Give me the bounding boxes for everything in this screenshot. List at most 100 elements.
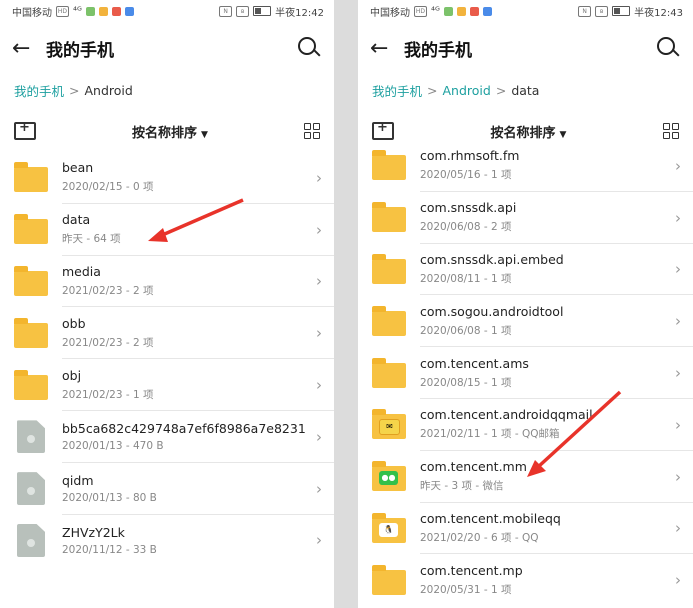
item-name: ZHVzY2Lk: [62, 524, 125, 540]
app-notification-icon: [456, 6, 466, 16]
breadcrumb-root[interactable]: 我的手机: [14, 81, 64, 100]
clock: 半夜12:43: [634, 7, 683, 19]
list-item[interactable]: com.sogou.androidtool 2020/06/08 - 1 项 ›: [358, 295, 693, 348]
breadcrumb-separator: >: [495, 82, 507, 98]
folder-icon: [372, 253, 406, 284]
page-title: 我的手机: [404, 40, 472, 61]
nfc-icon: N: [219, 5, 233, 17]
item-meta: obj 2021/02/23 - 1 项: [62, 359, 334, 411]
chevron-right-icon: ›: [675, 156, 681, 175]
item-icon-wrap: [0, 369, 62, 400]
folder-icon: [372, 357, 406, 388]
item-details: 2020/02/15 - 0 项: [62, 181, 154, 194]
file-icon: [17, 472, 45, 506]
list-item[interactable]: ✉ com.tencent.androidqqmail 2021/02/11 - 1…: [358, 399, 693, 451]
item-meta: com.tencent.mp 2020/05/31 - 1 项: [420, 554, 693, 606]
item-icon-wrap: [0, 472, 62, 506]
back-arrow-icon[interactable]: ←: [370, 36, 404, 61]
chevron-right-icon: ›: [675, 364, 681, 383]
item-meta: com.sogou.androidtool 2020/06/08 - 1 项: [420, 295, 693, 348]
new-folder-icon[interactable]: [372, 120, 394, 140]
item-details: 2021/02/23 - 2 项: [62, 284, 154, 297]
item-icon-wrap: ●●: [358, 461, 420, 492]
item-name: com.rhmsoft.fm: [420, 148, 520, 164]
item-icon-wrap: [358, 357, 420, 388]
chevron-right-icon: ›: [675, 415, 681, 434]
sort-dropdown[interactable]: 按名称排序 ▼: [491, 122, 567, 141]
list-item[interactable]: ZHVzY2Lk 2020/11/12 - 33 B ›: [0, 515, 334, 567]
search-icon[interactable]: [653, 34, 681, 62]
item-name: media: [62, 263, 101, 279]
item-meta: data 昨天 - 64 项: [62, 204, 334, 256]
item-meta: com.tencent.androidqqmail 2021/02/11 - 1 …: [420, 399, 693, 451]
signal-icon: ⁴ᴳ: [431, 5, 440, 17]
breadcrumb-root[interactable]: 我的手机: [372, 81, 422, 100]
folder-icon: [372, 150, 406, 181]
breadcrumb-android[interactable]: Android: [443, 83, 491, 98]
app-notification-icon: [482, 6, 492, 16]
list-item[interactable]: bean 2020/02/15 - 0 项 ›: [0, 152, 334, 204]
caret-down-icon: ▼: [201, 129, 208, 140]
item-name: bean: [62, 160, 94, 176]
bluetooth-icon: ʙ: [595, 5, 609, 17]
item-details: 2020/06/08 - 2 项: [420, 221, 512, 234]
breadcrumb-current: Android: [84, 82, 133, 98]
chevron-right-icon: ›: [316, 220, 322, 239]
list-item[interactable]: data 昨天 - 64 项 ›: [0, 204, 334, 256]
item-meta: media 2021/02/23 - 2 项: [62, 256, 334, 308]
list-item[interactable]: obb 2021/02/23 - 2 项 ›: [0, 307, 334, 360]
item-name: qidm: [62, 472, 94, 488]
list-item[interactable]: com.tencent.ams 2020/08/15 - 1 项 ›: [358, 347, 693, 399]
search-icon[interactable]: [294, 34, 322, 62]
list-item[interactable]: obj 2021/02/23 - 1 项 ›: [0, 359, 334, 411]
file-icon: [17, 420, 45, 454]
grid-view-icon[interactable]: [663, 123, 679, 139]
bluetooth-icon: ʙ: [236, 5, 250, 17]
item-details: 2020/06/08 - 1 项: [420, 324, 512, 337]
list-item[interactable]: ●● com.tencent.mm 昨天 - 3 项 - 微信 ›: [358, 451, 693, 503]
clock: 半夜12:42: [275, 7, 324, 19]
new-folder-icon[interactable]: [14, 120, 36, 140]
item-name: data: [62, 212, 91, 228]
wifi-icon: [85, 6, 95, 16]
list-item[interactable]: 🐧 com.tencent.mobileqq 2021/02/20 - 6 项 - …: [358, 503, 693, 555]
item-name: com.sogou.androidtool: [420, 303, 564, 319]
folder-icon: [14, 369, 48, 400]
item-icon-wrap: [358, 150, 420, 181]
page-title: 我的手机: [46, 40, 114, 61]
list-item[interactable]: bb5ca682c429748a7ef6f8986a7e8231 2020/01/…: [0, 411, 334, 463]
sort-dropdown[interactable]: 按名称排序 ▼: [132, 122, 208, 141]
folder-icon: [14, 265, 48, 296]
file-list: bean 2020/02/15 - 0 项 › data 昨天 - 64 项 › media…: [0, 152, 334, 566]
folder-icon: ●●: [372, 461, 406, 492]
status-bar: 中国移动 HD ⁴ᴳ N ʙ 半夜12:42: [0, 0, 334, 22]
chevron-right-icon: ›: [675, 260, 681, 279]
chevron-right-icon: ›: [316, 376, 322, 395]
item-name: com.tencent.mobileqq: [420, 510, 561, 526]
item-details: 昨天 - 3 项 - 微信: [420, 480, 504, 493]
chevron-right-icon: ›: [675, 571, 681, 590]
list-item[interactable]: com.snssdk.api 2020/06/08 - 2 项 ›: [358, 192, 693, 244]
back-arrow-icon[interactable]: ←: [12, 36, 46, 61]
item-details: 2020/08/11 - 1 项: [420, 272, 512, 285]
grid-view-icon[interactable]: [304, 123, 320, 139]
item-icon-wrap: [358, 305, 420, 336]
item-name: com.snssdk.api.embed: [420, 251, 564, 267]
list-item[interactable]: qidm 2020/01/13 - 80 B ›: [0, 463, 334, 515]
item-details: 2020/01/13 - 470 B: [62, 439, 164, 452]
chevron-right-icon: ›: [316, 168, 322, 187]
nfc-icon: N: [578, 5, 592, 17]
list-item[interactable]: com.rhmsoft.fm 2020/05/16 - 1 项 ›: [358, 140, 693, 192]
chevron-right-icon: ›: [675, 519, 681, 538]
item-icon-wrap: 🐧: [358, 512, 420, 543]
item-name: com.tencent.mp: [420, 563, 523, 579]
screen-divider: [334, 0, 358, 608]
app-notification-icon: [111, 6, 121, 16]
breadcrumb-separator: >: [427, 82, 438, 98]
list-item[interactable]: com.tencent.mp 2020/05/31 - 1 项 ›: [358, 554, 693, 606]
list-item[interactable]: com.snssdk.api.embed 2020/08/11 - 1 项 ›: [358, 244, 693, 296]
list-item[interactable]: media 2021/02/23 - 2 项 ›: [0, 256, 334, 308]
hd-icon: HD: [414, 5, 427, 17]
item-icon-wrap: [358, 564, 420, 595]
item-name: com.tencent.androidqqmail: [420, 407, 593, 423]
